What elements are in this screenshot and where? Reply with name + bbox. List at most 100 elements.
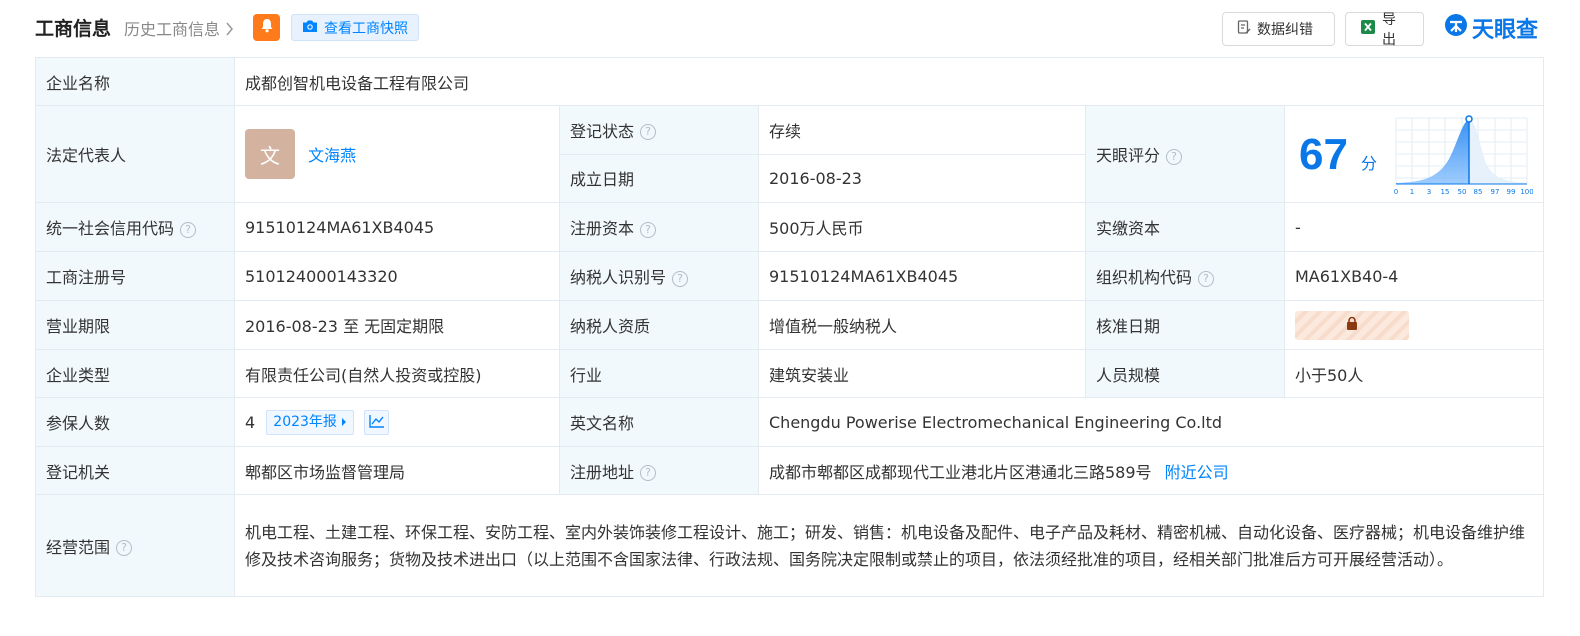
- table-row: 营业期限 2016-08-23 至 无固定期限 纳税人资质 增值税一般纳税人 核…: [35, 300, 1545, 350]
- reg-capital-label: 注册资本: [570, 219, 635, 238]
- staff-label: 人员规模: [1085, 349, 1285, 398]
- english-name-label: 英文名称: [559, 397, 759, 447]
- company-name-label: 企业名称: [35, 57, 235, 106]
- established-label: 成立日期: [559, 153, 759, 203]
- axis-tick-label: 50: [1458, 188, 1467, 196]
- help-icon[interactable]: ?: [1166, 148, 1183, 165]
- avatar[interactable]: 文: [245, 129, 295, 179]
- english-name-value: Chengdu Powerise Electromechanical Engin…: [757, 397, 1545, 447]
- data-correction-button[interactable]: 数据纠错: [1222, 12, 1335, 46]
- edit-document-icon: [1237, 19, 1251, 39]
- reg-capital-label-cell: 注册资本?: [559, 202, 759, 252]
- table-row: 法定代表人 文 文海燕 登记状态? 存续 天眼评分? 67 分 0 1 3 15…: [35, 105, 1545, 203]
- staff-value: 小于50人: [1283, 349, 1545, 398]
- annual-report-label: 2023年报: [273, 413, 337, 430]
- org-code-label: 组织机构代码: [1096, 268, 1193, 287]
- taxpayer-id-label-cell: 纳税人识别号?: [559, 251, 759, 301]
- table-row: 统一社会信用代码? 91510124MA61XB4045 注册资本? 500万人…: [35, 202, 1545, 252]
- legal-rep-link[interactable]: 文海燕: [308, 146, 356, 165]
- scope-label-cell: 经营范围?: [35, 494, 235, 597]
- axis-tick-label: 100: [1520, 188, 1533, 196]
- logo-mark-icon: [1443, 12, 1469, 44]
- axis-tick-label: 3: [1427, 188, 1431, 196]
- type-value: 有限责任公司(自然人投资或控股): [234, 349, 560, 398]
- approval-date-cell: [1283, 300, 1545, 350]
- insured-cell: 4 2023年报: [234, 397, 560, 447]
- monitor-bell-button[interactable]: [253, 14, 280, 41]
- org-code-value: MA61XB40-4: [1283, 251, 1545, 301]
- taxpayer-id-label: 纳税人识别号: [570, 268, 667, 287]
- score-cell[interactable]: 67 分 0 1 3 15 50 85 97 99 100: [1283, 105, 1545, 203]
- score-label-cell: 天眼评分?: [1085, 105, 1285, 203]
- reg-no-label: 工商注册号: [35, 251, 235, 301]
- credit-code-label: 统一社会信用代码: [46, 219, 175, 238]
- term-value: 2016-08-23 至 无固定期限: [234, 300, 560, 350]
- legal-rep-label: 法定代表人: [35, 105, 235, 203]
- score-unit: 分: [1361, 154, 1378, 173]
- data-correction-label: 数据纠错: [1257, 22, 1313, 38]
- table-row: 经营范围? 机电工程、土建工程、环保工程、安防工程、室内外装饰装修工程设计、施工…: [35, 494, 1545, 597]
- taxpayer-id-value: 91510124MA61XB4045: [758, 251, 1086, 301]
- insured-value: 4: [245, 412, 256, 432]
- scope-value: 机电工程、土建工程、环保工程、安防工程、室内外装饰装修工程设计、施工；研发、销售…: [233, 494, 1545, 597]
- paid-capital-label: 实缴资本: [1085, 202, 1285, 252]
- address-label: 注册地址: [570, 462, 635, 482]
- credit-code-value: 91510124MA61XB4045: [234, 202, 560, 252]
- authority-value: 郫都区市场监督管理局: [234, 446, 560, 495]
- score-box: 67 分 0 1 3 15 50 85 97 99 100: [1285, 106, 1543, 202]
- score-value: 67: [1299, 130, 1348, 179]
- business-info-panel: 工商信息 历史工商信息 查看工商快照 数据纠错 导出 天眼查 企业名称 成都创智…: [0, 0, 1580, 636]
- lock-icon: [1345, 316, 1359, 335]
- nearby-companies-link[interactable]: 附近公司: [1165, 463, 1229, 482]
- history-info-link[interactable]: 历史工商信息: [124, 16, 234, 40]
- table-row: 参保人数 4 2023年报 英文名称 Chengdu Powerise Elec…: [35, 397, 1545, 447]
- view-snapshot-label: 查看工商快照: [324, 20, 408, 37]
- annual-report-button[interactable]: 2023年报: [266, 409, 355, 435]
- help-icon[interactable]: ?: [640, 124, 657, 141]
- insured-label: 参保人数: [35, 397, 235, 447]
- help-icon[interactable]: ?: [116, 540, 133, 556]
- status-value: 存续: [758, 105, 1086, 155]
- status-label: 登记状态: [570, 121, 635, 141]
- help-icon[interactable]: ?: [180, 221, 197, 238]
- axis-tick-label: 0: [1394, 188, 1398, 196]
- business-info-table: 企业名称 成都创智机电设备工程有限公司 法定代表人 文 文海燕 登记状态? 存续…: [35, 57, 1545, 597]
- score-label: 天眼评分: [1096, 146, 1161, 165]
- help-icon[interactable]: ?: [640, 221, 657, 238]
- score-distribution-chart: 0 1 3 15 50 85 97 99 100: [1394, 115, 1533, 196]
- help-icon[interactable]: ?: [640, 465, 657, 481]
- established-value: 2016-08-23: [758, 153, 1086, 203]
- axis-tick-label: 15: [1441, 188, 1450, 196]
- logo-text: 天眼查: [1472, 18, 1539, 43]
- reg-capital-value: 500万人民币: [758, 202, 1086, 252]
- history-info-label: 历史工商信息: [124, 20, 221, 39]
- view-snapshot-button[interactable]: 查看工商快照: [291, 14, 419, 41]
- export-button[interactable]: 导出: [1345, 12, 1424, 48]
- table-row: 企业类型 有限责任公司(自然人投资或控股) 行业 建筑安装业 人员规模 小于50…: [35, 349, 1545, 398]
- section-title: 工商信息: [35, 18, 112, 40]
- reg-no-value: 510124000143320: [234, 251, 560, 301]
- taxpayer-qual-value: 增值税一般纳税人: [758, 300, 1086, 350]
- taxpayer-qual-label: 纳税人资质: [559, 300, 759, 350]
- bell-icon: [260, 18, 274, 37]
- org-code-label-cell: 组织机构代码?: [1085, 251, 1285, 301]
- scope-label: 经营范围: [46, 537, 111, 557]
- legal-rep-cell: 文 文海燕: [234, 105, 560, 203]
- address-cell: 成都市郫都区成都现代工业港北片区港通北三路589号 附近公司: [757, 446, 1545, 495]
- panel-header: 工商信息 历史工商信息 查看工商快照 数据纠错 导出 天眼查: [0, 0, 1580, 56]
- address-value: 成都市郫都区成都现代工业港北片区港通北三路589号: [769, 462, 1152, 482]
- axis-tick-label: 1: [1410, 188, 1414, 196]
- line-chart-icon: [369, 413, 385, 432]
- help-icon[interactable]: ?: [672, 270, 689, 287]
- trend-chart-button[interactable]: [364, 409, 390, 435]
- chevron-right-icon: [225, 20, 234, 39]
- camera-icon: [302, 19, 318, 37]
- locked-value[interactable]: [1295, 310, 1409, 340]
- authority-label: 登记机关: [35, 446, 235, 495]
- type-label: 企业类型: [35, 349, 235, 398]
- table-row: 工商注册号 510124000143320 纳税人识别号? 91510124MA…: [35, 251, 1545, 301]
- table-row: 登记机关 郫都区市场监督管理局 注册地址? 成都市郫都区成都现代工业港北片区港通…: [35, 446, 1545, 495]
- help-icon[interactable]: ?: [1198, 270, 1215, 287]
- axis-tick-label: 85: [1474, 188, 1483, 196]
- paid-capital-value: -: [1283, 202, 1545, 252]
